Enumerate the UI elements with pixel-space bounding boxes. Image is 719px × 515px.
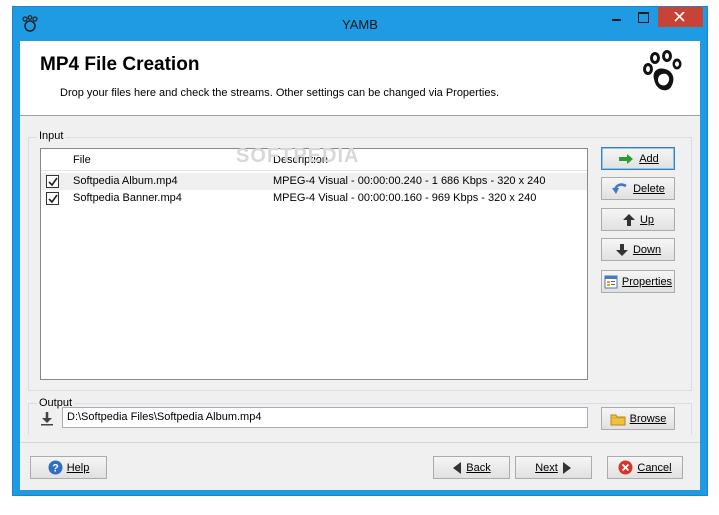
back-label: Back bbox=[466, 461, 491, 474]
description-cell: MPEG-4 Visual - 00:00:00.160 - 969 Kbps … bbox=[273, 192, 537, 204]
back-button[interactable]: Back bbox=[433, 456, 510, 479]
checkmark-icon bbox=[48, 177, 58, 187]
description-cell: MPEG-4 Visual - 00:00:00.240 - 1 686 Kbp… bbox=[273, 175, 546, 187]
properties-button[interactable]: Properties bbox=[601, 270, 675, 293]
browse-button[interactable]: Browse bbox=[601, 407, 675, 430]
page-subtitle: Drop your files here and check the strea… bbox=[60, 87, 500, 99]
help-label: Help bbox=[66, 461, 90, 474]
file-cell: Softpedia Banner.mp4 bbox=[73, 192, 182, 204]
maximize-button[interactable] bbox=[629, 7, 657, 27]
arrow-down-icon bbox=[615, 243, 628, 256]
down-label: Down bbox=[632, 243, 662, 256]
up-button[interactable]: Up bbox=[601, 208, 675, 231]
column-file[interactable]: File bbox=[73, 154, 91, 166]
svg-text:?: ? bbox=[52, 463, 59, 475]
up-label: Up bbox=[639, 213, 655, 226]
delete-arrow-icon bbox=[612, 182, 627, 194]
wizard-body: MP4 File Creation Drop your files here a… bbox=[20, 41, 700, 490]
table-row[interactable]: Softpedia Banner.mp4 MPEG-4 Visual - 00:… bbox=[41, 190, 587, 207]
column-description[interactable]: Description bbox=[273, 154, 328, 166]
title-bar[interactable]: YAMB bbox=[13, 7, 707, 41]
properties-icon bbox=[604, 275, 618, 288]
download-arrow-icon bbox=[41, 412, 53, 426]
footprint-logo-icon bbox=[643, 50, 682, 91]
properties-label: Properties bbox=[621, 275, 673, 288]
delete-label: Delete bbox=[633, 182, 665, 195]
input-group-label: Input bbox=[37, 130, 66, 142]
close-button[interactable] bbox=[658, 7, 703, 27]
checkmark-icon bbox=[48, 194, 58, 204]
arrow-up-icon bbox=[622, 213, 635, 226]
output-path-field[interactable]: D:\Softpedia Files\Softpedia Album.mp4 bbox=[62, 407, 588, 428]
add-button[interactable]: Add bbox=[601, 147, 675, 170]
down-button[interactable]: Down bbox=[601, 238, 675, 261]
table-row[interactable]: Softpedia Album.mp4 MPEG-4 Visual - 00:0… bbox=[41, 173, 587, 190]
list-header: File Description bbox=[41, 149, 587, 171]
app-window: YAMB MP4 File Creation Drop your files h… bbox=[12, 6, 708, 496]
next-label: Next bbox=[535, 461, 558, 474]
cancel-icon bbox=[618, 460, 633, 475]
help-icon: ? bbox=[48, 460, 63, 475]
next-button[interactable]: Next bbox=[515, 456, 592, 479]
stream-checkbox[interactable] bbox=[46, 192, 59, 205]
browse-label: Browse bbox=[629, 412, 667, 425]
plus-arrow-icon bbox=[619, 153, 634, 164]
arrow-right-icon bbox=[562, 461, 571, 474]
wizard-header: MP4 File Creation Drop your files here a… bbox=[20, 41, 700, 116]
add-label: Add bbox=[639, 152, 659, 165]
file-cell: Softpedia Album.mp4 bbox=[73, 175, 178, 187]
cancel-label: Cancel bbox=[637, 461, 672, 474]
arrow-left-icon bbox=[453, 461, 462, 474]
footer-separator bbox=[20, 442, 700, 443]
stream-checkbox[interactable] bbox=[46, 175, 59, 188]
close-icon bbox=[674, 12, 685, 22]
cancel-button[interactable]: Cancel bbox=[607, 456, 683, 479]
minimize-button[interactable] bbox=[603, 7, 631, 27]
delete-button[interactable]: Delete bbox=[601, 177, 675, 200]
folder-icon bbox=[610, 414, 626, 425]
page-title: MP4 File Creation bbox=[40, 54, 200, 75]
help-button[interactable]: ? Help bbox=[30, 456, 107, 479]
streams-list[interactable]: File Description Softpedia Album.mp4 MPE… bbox=[40, 148, 588, 380]
